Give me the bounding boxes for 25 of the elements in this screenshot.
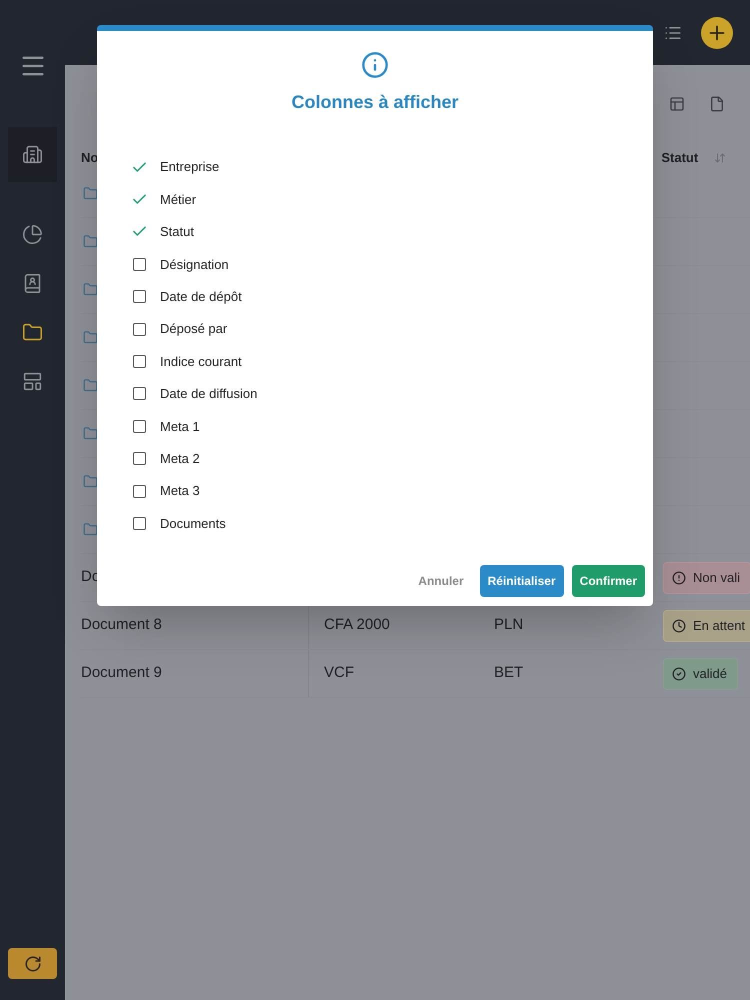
table-cell: BET	[494, 664, 524, 682]
status-badge: validé	[663, 658, 738, 690]
table-cell-text: Document 8	[81, 615, 162, 636]
column-option[interactable]: Indice courant	[131, 345, 653, 378]
column-option[interactable]: Statut	[131, 216, 653, 248]
status-badge: Non vali	[663, 562, 750, 594]
column-option[interactable]: Meta 1	[131, 410, 653, 443]
column-option[interactable]: Date de diffusion	[131, 378, 653, 410]
column-option[interactable]: Date de dépôt	[131, 280, 653, 313]
column-option[interactable]: Documents	[131, 507, 653, 540]
table-cell: VCF	[324, 664, 354, 682]
reset-button[interactable]: Réinitialiser	[480, 565, 564, 597]
column-option[interactable]: Désignation	[131, 248, 653, 281]
column-option[interactable]: Meta 2	[131, 442, 653, 475]
column-option[interactable]: Meta 3	[131, 474, 653, 508]
table-cell-text: Document 9	[81, 663, 162, 684]
column-header: No	[81, 149, 98, 168]
status-badge: En attent	[663, 610, 750, 642]
table-cell: PLN	[494, 616, 524, 634]
dialog-title: Colonnes à afficher	[291, 91, 459, 114]
table-cell: CFA 2000	[324, 616, 390, 634]
column-option[interactable]: Métier	[131, 183, 653, 216]
column-header: Statut	[661, 149, 698, 168]
column-option[interactable]: Déposé par	[131, 312, 653, 346]
column-option[interactable]: Entreprise	[131, 151, 653, 184]
